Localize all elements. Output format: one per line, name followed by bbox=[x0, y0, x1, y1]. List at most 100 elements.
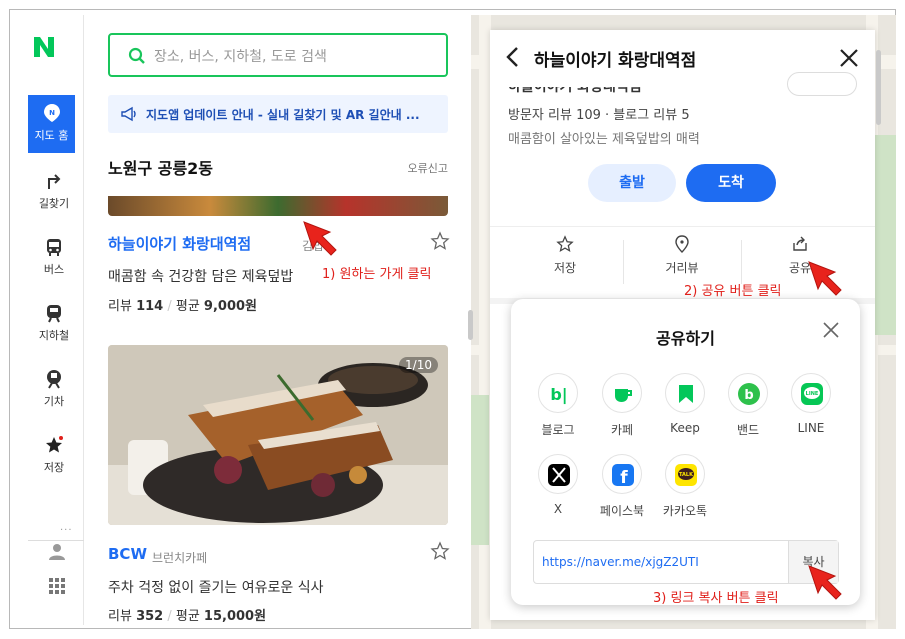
area-title: 노원구 공릉2동 bbox=[108, 159, 214, 178]
avg-price: 9,000원 bbox=[203, 299, 258, 314]
keep-icon bbox=[679, 385, 693, 403]
action-label: 저장 bbox=[553, 261, 577, 275]
store-name-link[interactable]: BCW bbox=[108, 545, 147, 563]
nav-label: 길찾기 bbox=[38, 197, 70, 210]
train-icon bbox=[47, 370, 61, 389]
share-facebook-button[interactable]: f 페이스북 bbox=[591, 454, 653, 519]
store-meta: 리뷰 352 / 평균 15,000원 bbox=[108, 609, 267, 624]
nav-item-directions[interactable]: 길찾기 bbox=[28, 163, 80, 221]
share-label: 카페 bbox=[610, 423, 634, 437]
scrolled-title: 하늘이야기 화랑대역점 bbox=[508, 79, 642, 95]
list-scrollbar[interactable] bbox=[468, 310, 473, 340]
share-label: LINE bbox=[797, 421, 825, 435]
close-icon[interactable] bbox=[839, 48, 859, 68]
annotation-arrow-icon bbox=[303, 221, 337, 256]
annotation-step1: 1) 원하는 가게 클릭 bbox=[322, 267, 432, 282]
place-title: 하늘이야기 화랑대역점 bbox=[534, 51, 697, 71]
review-label: 리뷰 bbox=[108, 299, 132, 314]
share-label: 카카오톡 bbox=[662, 504, 708, 518]
back-arrow-icon[interactable] bbox=[504, 46, 522, 68]
grid-menu-icon[interactable] bbox=[48, 577, 66, 595]
annotation-arrow-icon bbox=[808, 261, 842, 296]
store-meta: 리뷰 114 / 평균 9,000원 bbox=[108, 299, 258, 314]
save-action-button[interactable]: 저장 bbox=[506, 235, 624, 285]
share-modal: 공유하기 b| 블로그 카페 Keep b 밴드 LINE LINE X f 페… bbox=[511, 299, 860, 605]
annotation-step2: 2) 공유 버튼 클릭 bbox=[684, 284, 782, 299]
svg-text:b: b bbox=[744, 388, 753, 403]
store-name-link[interactable]: 하늘이야기 화랑대역점 bbox=[108, 233, 251, 254]
review-label: 리뷰 bbox=[108, 609, 132, 624]
arrive-button[interactable]: 도착 bbox=[686, 164, 776, 202]
share-label: Keep bbox=[670, 421, 700, 435]
share-band-button[interactable]: b 밴드 bbox=[717, 373, 779, 438]
avg-price: 15,000원 bbox=[203, 609, 267, 624]
avg-label: 평균 bbox=[175, 609, 200, 624]
share-icon bbox=[793, 236, 807, 251]
map-pin-icon: N bbox=[43, 104, 60, 122]
review-count: 114 bbox=[136, 299, 164, 314]
update-notice[interactable]: 지도앱 업데이트 안내 - 실내 길찾기 및 AR 길안내 ... bbox=[108, 95, 448, 133]
more-dots[interactable]: ··· bbox=[60, 525, 73, 536]
left-nav: N 지도 홈 길찾기 버스 지하철 기차 저장 ··· bbox=[18, 15, 97, 625]
photo-count: 1/10 bbox=[399, 357, 438, 373]
share-label: X bbox=[553, 502, 563, 516]
detail-scrollbar[interactable] bbox=[876, 50, 881, 125]
start-button[interactable]: 출발 bbox=[588, 164, 676, 202]
avg-label: 평균 bbox=[175, 299, 200, 314]
review-summary: 방문자 리뷰 109 · 블로그 리뷰 5 bbox=[508, 108, 690, 123]
subway-icon bbox=[47, 305, 61, 323]
cafe-icon bbox=[615, 389, 632, 402]
annotation-step3: 3) 링크 복사 버튼 클릭 bbox=[653, 591, 779, 606]
scrolled-button[interactable] bbox=[787, 72, 857, 96]
food-photo-image bbox=[108, 345, 448, 525]
kakaotalk-icon: TALK bbox=[675, 464, 697, 486]
store-category: 브런치카페 bbox=[152, 551, 208, 565]
divider bbox=[490, 226, 875, 227]
star-outline-icon bbox=[556, 235, 574, 253]
share-link-row: https://naver.me/xjgZ2UTI 복사 bbox=[533, 540, 839, 584]
svg-text:b|: b| bbox=[550, 385, 567, 405]
nav-item-train[interactable]: 기차 bbox=[28, 361, 80, 419]
action-label: 거리뷰 bbox=[665, 261, 699, 275]
search-box[interactable]: 장소, 버스, 지하철, 도로 검색 bbox=[108, 33, 448, 77]
naver-logo-icon[interactable] bbox=[30, 33, 58, 61]
search-placeholder: 장소, 버스, 지하철, 도로 검색 bbox=[154, 49, 327, 65]
store-description: 매콤함 속 건강함 담은 제육덮밥 bbox=[108, 269, 294, 285]
annotation-arrow-icon bbox=[808, 565, 842, 600]
share-label: 페이스북 bbox=[599, 504, 645, 518]
star-icon bbox=[46, 436, 63, 453]
share-keep-button[interactable]: Keep bbox=[654, 373, 716, 435]
nav-label: 저장 bbox=[43, 461, 65, 474]
report-link[interactable]: 오류신고 bbox=[408, 160, 448, 176]
nav-label: 버스 bbox=[43, 263, 65, 276]
divider bbox=[28, 540, 90, 541]
svg-text:N: N bbox=[49, 109, 55, 117]
nav-label: 지하철 bbox=[38, 329, 70, 342]
share-url[interactable]: https://naver.me/xjgZ2UTI bbox=[542, 555, 699, 569]
nav-item-subway[interactable]: 지하철 bbox=[28, 295, 80, 353]
store-photo-strip[interactable] bbox=[108, 196, 448, 216]
share-kakaotalk-button[interactable]: TALK 카카오톡 bbox=[654, 454, 716, 519]
nav-label: 기차 bbox=[43, 395, 65, 408]
facebook-icon: f bbox=[612, 464, 634, 487]
streetview-action-button[interactable]: 거리뷰 bbox=[623, 235, 741, 285]
store-photo[interactable]: 1/10 bbox=[108, 345, 448, 525]
share-line-button[interactable]: LINE LINE bbox=[780, 373, 842, 435]
share-blog-button[interactable]: b| 블로그 bbox=[527, 373, 589, 438]
share-label: 블로그 bbox=[541, 423, 575, 437]
profile-icon[interactable] bbox=[48, 543, 66, 561]
share-x-button[interactable]: X bbox=[527, 454, 589, 516]
nav-item-bus[interactable]: 버스 bbox=[28, 229, 80, 287]
location-icon bbox=[675, 235, 689, 253]
bookmark-star-icon[interactable] bbox=[430, 541, 450, 561]
close-icon[interactable] bbox=[822, 321, 840, 339]
share-label: 밴드 bbox=[736, 423, 760, 437]
share-cafe-button[interactable]: 카페 bbox=[591, 373, 653, 438]
share-title: 공유하기 bbox=[656, 329, 715, 348]
svg-text:f: f bbox=[620, 468, 628, 487]
megaphone-icon bbox=[121, 106, 136, 122]
nav-item-saved[interactable]: 저장 bbox=[28, 427, 80, 485]
bus-icon bbox=[47, 239, 61, 256]
nav-item-map-home[interactable]: N 지도 홈 bbox=[28, 95, 75, 153]
bookmark-star-icon[interactable] bbox=[430, 231, 450, 251]
